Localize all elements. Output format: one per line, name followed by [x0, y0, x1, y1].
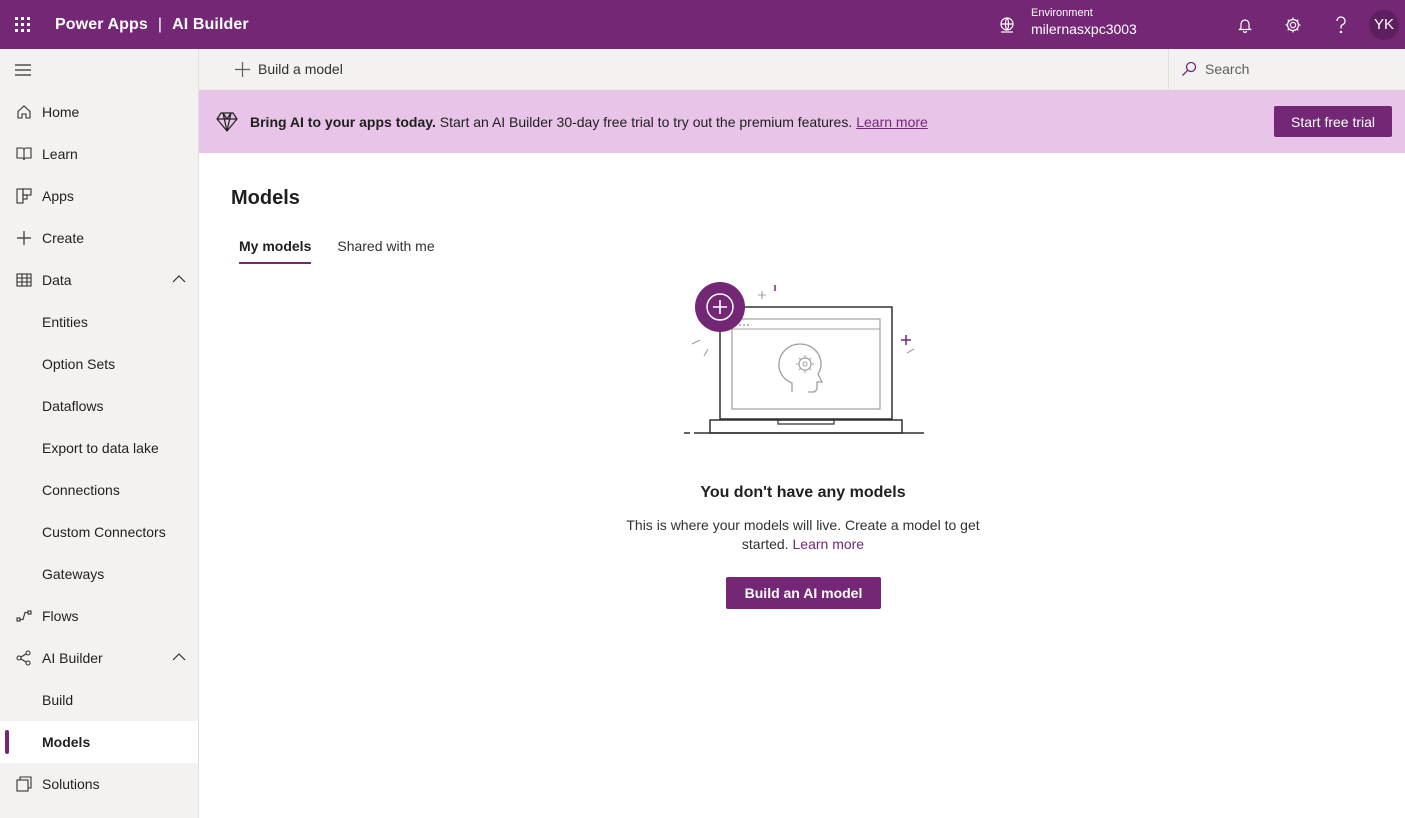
book-icon	[15, 145, 33, 163]
page-title: Models	[231, 187, 300, 209]
sidebar-item-label: Solutions	[42, 776, 100, 792]
sidebar-item-option-sets[interactable]: Option Sets	[0, 343, 198, 385]
banner-learn-more-link[interactable]: Learn more	[856, 114, 928, 130]
environment-icon	[1000, 17, 1014, 33]
sidebar-item-label: Connections	[42, 482, 120, 498]
sidebar-item-learn[interactable]: Learn	[0, 133, 198, 175]
sidebar-item-home[interactable]: Home	[0, 91, 198, 133]
build-a-model-button[interactable]: Build a model	[234, 61, 343, 78]
sidebar-item-gateways[interactable]: Gateways	[0, 553, 198, 595]
environment-picker[interactable]: Environment milernasxpc3003	[997, 6, 1137, 38]
sidebar-item-entities[interactable]: Entities	[0, 301, 198, 343]
plus-icon	[235, 61, 250, 77]
flow-icon	[15, 607, 33, 625]
sidebar-item-label: Models	[42, 734, 91, 750]
sidebar-item-export-to-data-lake[interactable]: Export to data lake	[0, 427, 198, 469]
ai-builder-icon	[15, 649, 33, 667]
sidebar-item-label: Flows	[42, 608, 79, 624]
sidebar-item-custom-connectors[interactable]: Custom Connectors	[0, 511, 198, 553]
models-tabs: My models Shared with me	[231, 236, 453, 264]
sidebar-item-label: Apps	[42, 188, 74, 204]
sidebar-item-label: Entities	[42, 314, 88, 330]
sidebar-item-build[interactable]: Build	[0, 679, 198, 721]
empty-state-description: This is where your models will live. Cre…	[618, 516, 988, 554]
sidebar-item-ai-builder[interactable]: AI Builder	[0, 637, 198, 679]
search-icon	[1182, 61, 1197, 76]
search-placeholder: Search	[1205, 61, 1250, 77]
sidebar-item-label: Option Sets	[42, 356, 116, 372]
brand-separator: |	[157, 15, 163, 33]
sidebar-item-label: Gateways	[42, 566, 105, 582]
command-bar: Build a model Search	[199, 49, 1405, 90]
sidebar-item-label: Build	[42, 692, 74, 708]
tab-shared-with-me[interactable]: Shared with me	[329, 236, 442, 264]
environment-label: Environment	[1031, 7, 1093, 19]
sidebar-item-models[interactable]: Models	[0, 721, 198, 763]
chevron-up-icon[interactable]	[172, 272, 186, 286]
start-free-trial-button[interactable]: Start free trial	[1274, 106, 1392, 137]
sidebar: Home Learn Apps Create Data Entities Opt…	[0, 49, 199, 818]
banner-message: Bring AI to your apps today. Start an AI…	[250, 114, 928, 130]
sidebar-item-label: AI Builder	[42, 650, 103, 666]
trial-banner: Bring AI to your apps today. Start an AI…	[199, 90, 1405, 153]
diamond-icon	[216, 111, 238, 132]
sidebar-item-flows[interactable]: Flows	[0, 595, 198, 637]
sidebar-item-dataflows[interactable]: Dataflows	[0, 385, 198, 427]
waffle-icon[interactable]	[0, 0, 44, 49]
sidebar-item-data[interactable]: Data	[0, 259, 198, 301]
empty-state-illustration	[684, 282, 924, 434]
chevron-up-icon[interactable]	[172, 650, 186, 664]
table-icon	[15, 271, 33, 289]
empty-state-title: You don't have any models	[700, 484, 906, 501]
top-bar: Power Apps | AI Builder Environment mile…	[0, 0, 1405, 49]
sidebar-item-label: Custom Connectors	[42, 524, 166, 540]
app-name[interactable]: Power Apps	[55, 16, 148, 34]
banner-text: Start an AI Builder 30-day free trial to…	[439, 113, 853, 130]
app-brand: Power Apps | AI Builder	[55, 16, 249, 34]
home-icon	[15, 103, 33, 121]
sidebar-item-label: Learn	[42, 146, 78, 162]
build-a-model-label: Build a model	[258, 61, 343, 77]
sidebar-item-label: Create	[42, 230, 85, 246]
banner-bold-text: Bring AI to your apps today.	[250, 113, 436, 130]
sidebar-item-apps[interactable]: Apps	[0, 175, 198, 217]
sidebar-item-connections[interactable]: Connections	[0, 469, 198, 511]
sidebar-item-label: Data	[42, 272, 72, 288]
bell-icon[interactable]	[1221, 0, 1269, 49]
sidebar-item-label: Dataflows	[42, 398, 104, 414]
avatar[interactable]: YK	[1369, 9, 1399, 40]
product-name: AI Builder	[172, 15, 249, 33]
search-input[interactable]: Search	[1168, 49, 1405, 89]
empty-state-learn-more-link[interactable]: Learn more	[793, 536, 865, 552]
solutions-icon	[15, 775, 33, 793]
plus-icon	[15, 229, 33, 247]
build-ai-model-button[interactable]: Build an AI model	[726, 577, 881, 609]
sidebar-item-solutions[interactable]: Solutions	[0, 763, 198, 805]
sidebar-item-label: Export to data lake	[42, 440, 159, 456]
apps-icon	[15, 187, 33, 205]
sidebar-item-create[interactable]: Create	[0, 217, 198, 259]
environment-name: milernasxpc3003	[1031, 21, 1137, 37]
gear-icon[interactable]	[1269, 0, 1317, 49]
sidebar-item-label: Home	[42, 104, 80, 120]
help-icon[interactable]	[1317, 0, 1365, 49]
hamburger-icon[interactable]	[0, 49, 198, 91]
tab-my-models[interactable]: My models	[231, 236, 319, 264]
